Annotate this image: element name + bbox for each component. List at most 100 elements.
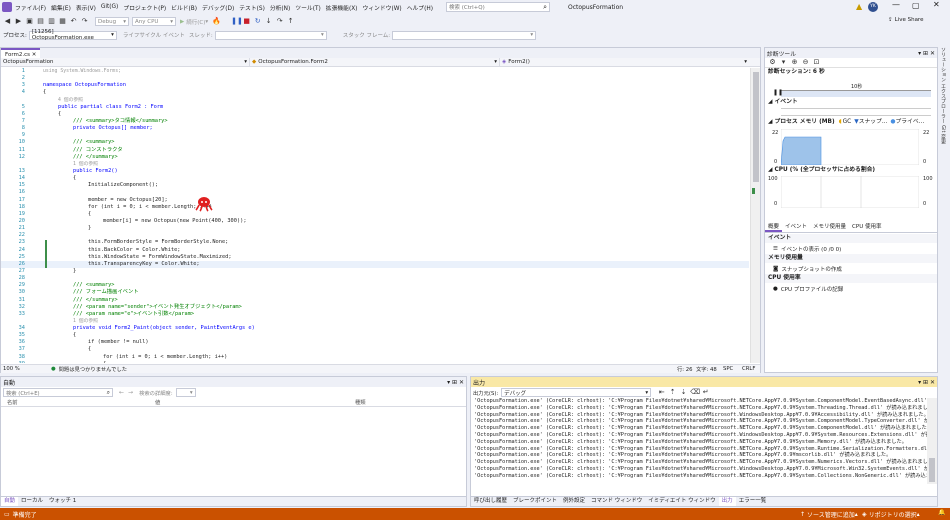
collapse-icon[interactable]: ◢ bbox=[768, 118, 772, 127]
minimize-button[interactable]: — bbox=[892, 0, 900, 9]
forward-icon[interactable]: ▶ bbox=[14, 17, 23, 26]
code-text[interactable] bbox=[35, 75, 43, 82]
menu-item[interactable]: テスト(S) bbox=[239, 3, 265, 12]
code-text[interactable]: this.TransparencyKey = Color.White; bbox=[35, 261, 200, 268]
output-tab[interactable]: コマンド ウィンドウ bbox=[588, 497, 645, 506]
code-text[interactable]: { bbox=[35, 346, 91, 353]
diagnostics-tab[interactable]: 概要 bbox=[765, 223, 783, 232]
output-tab[interactable]: ブレークポイント bbox=[510, 497, 560, 506]
source-select[interactable]: デバッグ ▾ bbox=[501, 388, 652, 397]
pause-timeline-icon[interactable]: ❚❚ bbox=[773, 89, 783, 96]
collapse-icon[interactable]: ◢ bbox=[768, 167, 772, 173]
panel-controls-icon[interactable]: ▾ ⊞ ✕ bbox=[918, 379, 935, 386]
open-icon[interactable]: ▤ bbox=[36, 17, 45, 26]
code-text[interactable]: /// コンストラクタ bbox=[35, 147, 123, 154]
tab-form2-cs[interactable]: Form2.cs ✕ bbox=[1, 48, 41, 58]
side-tab-strip[interactable]: ソリューション エクスプローラー Git 変更 bbox=[940, 47, 950, 167]
output-tab[interactable]: 例外設定 bbox=[560, 497, 588, 506]
memory-graph[interactable] bbox=[781, 129, 919, 165]
code-text[interactable]: { bbox=[35, 211, 91, 218]
code-text[interactable]: { bbox=[35, 361, 106, 363]
pause-icon[interactable]: ❚❚ bbox=[231, 17, 243, 26]
code-text[interactable]: public Form2() bbox=[35, 168, 118, 175]
repo-button[interactable]: ◈ リポジトリの選択 ▴ bbox=[862, 510, 920, 519]
stack-select[interactable]: ▾ bbox=[392, 30, 537, 40]
step-out-icon[interactable]: ↑ bbox=[286, 17, 295, 26]
code-text[interactable]: /// フォーム描画イベント bbox=[35, 289, 139, 296]
code-text[interactable]: /// <param name="sender">イベント発生オブジェクト</p… bbox=[35, 304, 242, 311]
code-text[interactable] bbox=[35, 232, 43, 239]
new-item-icon[interactable]: ▣ bbox=[25, 17, 34, 26]
code-text[interactable]: /// <param name="e">イベント引数</param> bbox=[35, 311, 194, 318]
code-text[interactable]: private Octopus[] member; bbox=[35, 125, 153, 132]
live-share-button[interactable]: ⇪ Live Share bbox=[888, 17, 923, 23]
side-tabs-label[interactable]: ソリューション エクスプローラー Git 変更 bbox=[940, 47, 947, 144]
column-header[interactable]: 名前 bbox=[1, 398, 149, 406]
code-text[interactable]: private void Form2_Paint(object sender, … bbox=[35, 325, 255, 332]
record-cpu-button[interactable]: ● CPU プロファイルの記録 bbox=[765, 283, 937, 294]
menu-item[interactable]: ウィンドウ(W) bbox=[362, 3, 401, 12]
code-text[interactable]: { bbox=[35, 175, 76, 182]
menu-item[interactable]: Git(G) bbox=[101, 4, 118, 10]
scroll-thumb[interactable] bbox=[753, 72, 759, 182]
config-select[interactable]: Debug ▾ bbox=[95, 17, 129, 26]
restart-icon[interactable]: ↻ bbox=[253, 17, 262, 26]
code-area[interactable]: 1 using System.Windows.Forms; 2 3 namespace … bbox=[1, 68, 749, 363]
gear-icon[interactable]: ⚙ bbox=[768, 58, 777, 67]
autos-tab[interactable]: ローカル bbox=[18, 497, 46, 506]
menu-item[interactable]: デバッグ(D) bbox=[202, 3, 234, 12]
notifications-icon[interactable]: 🔔 bbox=[938, 509, 945, 516]
continue-button[interactable]: ▶ 続行(C) ▾ bbox=[180, 18, 208, 26]
lifecycle-label[interactable]: ライフサイクル イベント bbox=[123, 31, 185, 39]
autos-search-box[interactable]: 検索 (Ctrl+E) ⌕ bbox=[3, 388, 113, 397]
code-text[interactable]: /// <summary> bbox=[35, 139, 114, 146]
panel-controls-icon[interactable]: ▾ ⊞ ✕ bbox=[918, 50, 935, 57]
menu-item[interactable]: プロジェクト(P) bbox=[123, 3, 166, 12]
output-scrollbar[interactable] bbox=[927, 398, 937, 484]
code-text[interactable]: /// </summary> bbox=[35, 297, 118, 304]
word-wrap-icon[interactable]: ↵ bbox=[701, 388, 710, 397]
autos-tab[interactable]: 自動 bbox=[1, 497, 19, 506]
menu-item[interactable]: ヘルプ(H) bbox=[407, 3, 433, 12]
prev-message-icon[interactable]: ⇡ bbox=[668, 388, 677, 397]
editor-scrollbar[interactable] bbox=[750, 68, 760, 363]
show-events-link[interactable]: ☰ イベントの表示 (0 /0 0) bbox=[765, 243, 937, 254]
menu-item[interactable]: 表示(V) bbox=[76, 3, 96, 12]
save-icon[interactable]: ▥ bbox=[47, 17, 56, 26]
code-text[interactable] bbox=[35, 189, 43, 196]
menu-item[interactable]: 編集(E) bbox=[51, 3, 71, 12]
code-text[interactable]: /// <summary>タコ情報</summary> bbox=[35, 118, 168, 125]
hot-reload-icon[interactable]: 🔥 bbox=[212, 17, 221, 26]
menu-item[interactable]: ビルド(B) bbox=[171, 3, 197, 12]
step-over-icon[interactable]: ↷ bbox=[275, 17, 284, 26]
warning-icon[interactable]: ▲ bbox=[856, 2, 862, 11]
redo-icon[interactable]: ↷ bbox=[80, 17, 89, 26]
save-all-icon[interactable]: ▦ bbox=[58, 17, 67, 26]
autos-tab[interactable]: ウォッチ 1 bbox=[46, 497, 79, 506]
code-text[interactable]: { bbox=[35, 332, 76, 339]
avatar[interactable]: YK bbox=[868, 2, 878, 12]
menu-item[interactable]: ツール(T) bbox=[295, 3, 320, 12]
issues-status[interactable]: 問題は見つかりませんでした bbox=[59, 365, 127, 373]
autos-search-input[interactable]: 検索 (Ctrl+E) bbox=[6, 389, 40, 397]
output-tab[interactable]: エラー一覧 bbox=[736, 497, 770, 506]
code-text[interactable]: public partial class Form2 : Form bbox=[35, 104, 163, 111]
timeline-track[interactable] bbox=[781, 91, 931, 97]
code-text[interactable]: } bbox=[35, 225, 91, 232]
code-text[interactable]: for (int i = 0; i < member.Length; i++) bbox=[35, 354, 227, 361]
depth-select[interactable]: ▾ bbox=[175, 388, 196, 397]
code-text[interactable] bbox=[35, 275, 43, 282]
stop-icon[interactable]: ■ bbox=[242, 17, 251, 26]
code-text[interactable]: this.WindowState = FormWindowState.Maxim… bbox=[35, 254, 232, 261]
menu-item[interactable]: 分析(N) bbox=[270, 3, 290, 12]
code-text[interactable]: using System.Windows.Forms; bbox=[35, 68, 121, 75]
code-text[interactable]: this.FormBorderStyle = FormBorderStyle.N… bbox=[35, 239, 228, 246]
nav-member-select[interactable]: ◈ Form2() ▾ bbox=[499, 57, 749, 67]
code-text[interactable]: } bbox=[35, 268, 76, 275]
code-text[interactable]: 1 個の参照 bbox=[35, 161, 98, 168]
code-text[interactable] bbox=[35, 132, 43, 139]
thread-select[interactable]: ▾ bbox=[214, 30, 327, 40]
code-text[interactable]: namespace OctopusFormation bbox=[35, 82, 126, 89]
process-select[interactable]: [11256] OctopusFormation.exe ▾ bbox=[28, 29, 117, 41]
collapse-icon[interactable]: ◢ bbox=[768, 99, 772, 105]
